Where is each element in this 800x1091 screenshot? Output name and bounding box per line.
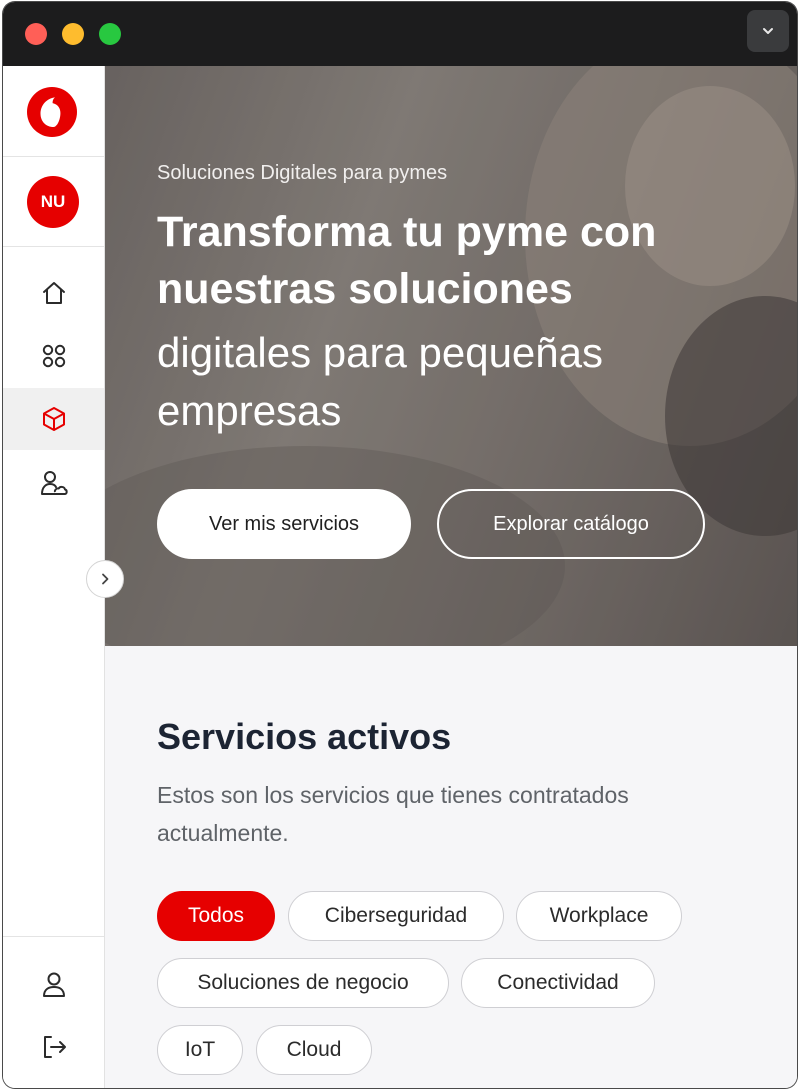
chevron-down-icon [763, 28, 773, 34]
home-icon [42, 282, 65, 304]
explore-catalog-button[interactable]: Explorar catálogo [437, 489, 705, 559]
minimize-window-button[interactable] [62, 23, 84, 45]
sidebar-item-home[interactable] [3, 262, 104, 324]
filter-chip-cloud[interactable]: Cloud [256, 1025, 372, 1075]
filter-chip-ciberseguridad[interactable]: Ciberseguridad [288, 891, 504, 941]
filter-chip-iot[interactable]: IoT [157, 1025, 243, 1075]
avatar[interactable]: NU [27, 176, 79, 228]
section-title: Servicios activos [157, 716, 452, 757]
user-icon [42, 972, 65, 997]
sidebar-item-logout[interactable] [3, 1016, 104, 1078]
sidebar-divider [3, 156, 104, 157]
view-services-button[interactable]: Ver mis servicios [157, 489, 411, 559]
hero-subtitle: Soluciones Digitales para pymes [157, 162, 448, 184]
hero-title-continued: digitales para pequeñas empresas [157, 329, 604, 434]
filter-chip-soluciones-negocio[interactable]: Soluciones de negocio [157, 958, 449, 1008]
maximize-window-button[interactable] [99, 23, 121, 45]
user-cloud-icon [40, 471, 68, 495]
filter-chip-conectividad[interactable]: Conectividad [461, 958, 655, 1008]
sidebar-item-profile[interactable] [3, 953, 104, 1015]
sidebar-item-apps[interactable] [3, 325, 104, 387]
chevron-right-icon [102, 573, 109, 585]
title-bar [3, 2, 797, 66]
hero-title: Transforma tu pyme con nuestras solucion… [157, 208, 657, 313]
sidebar-collapse-button[interactable] [86, 560, 124, 598]
sidebar-item-user-cloud[interactable] [3, 452, 104, 514]
services-section: Servicios activos Estos son los servicio… [105, 646, 797, 1088]
sidebar-divider [3, 246, 104, 247]
filter-chip-todos[interactable]: Todos [157, 891, 275, 941]
logout-icon [43, 1036, 66, 1058]
app-window: NU Soluciones Digitales para pymes Trans… [3, 2, 797, 1088]
window-menu-button[interactable] [747, 10, 789, 52]
cube-icon [42, 407, 65, 431]
hero-banner: Soluciones Digitales para pymes Transfor… [105, 66, 797, 646]
section-description: Estos son los servicios que tienes contr… [157, 782, 629, 846]
apps-grid-icon [42, 344, 65, 368]
close-window-button[interactable] [25, 23, 47, 45]
sidebar-divider [3, 936, 104, 937]
filter-chip-workplace[interactable]: Workplace [516, 891, 682, 941]
sidebar-item-products[interactable] [3, 388, 104, 450]
vodafone-logo-icon[interactable] [26, 86, 78, 138]
